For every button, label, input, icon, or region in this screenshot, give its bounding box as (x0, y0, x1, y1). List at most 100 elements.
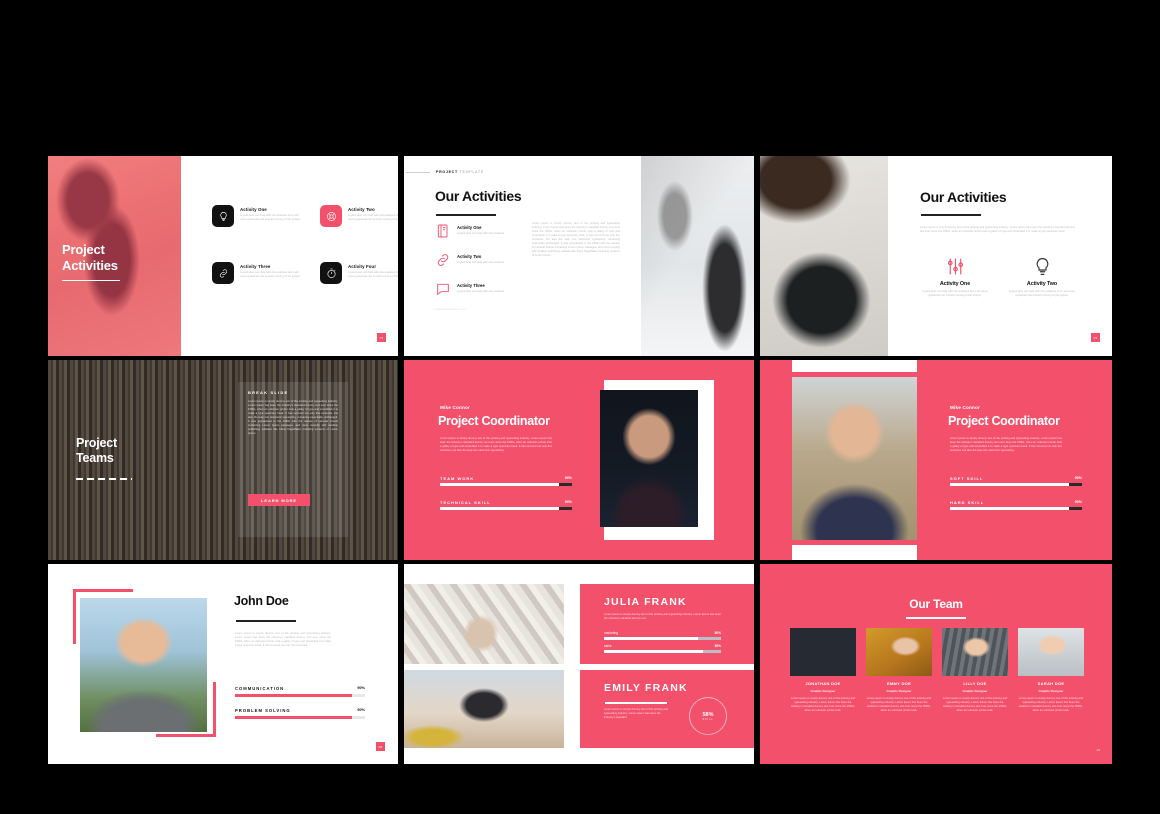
slide2-item1-title: Activity One (457, 225, 482, 230)
slide6-person-name: Mike Connor (950, 405, 981, 410)
skill-row: SOFT SKILL 90% (950, 476, 1082, 489)
team-member-card[interactable]: JONATHAN DOE Graphic Designer Lorem ipsu… (790, 628, 856, 713)
member-text: Lorem ipsum is simply dummy text of the … (1019, 697, 1083, 713)
skill-fill (950, 483, 1069, 486)
slide-our-activities-two-col[interactable]: Our Activities Lorem ipsum is simply dum… (760, 156, 1112, 356)
emily-name: EMILY FRANK (604, 682, 688, 694)
slide-julia-emily[interactable]: JULIA FRANK Lorem Ipsum is simply dummy … (404, 564, 754, 764)
activity-three-text: A good plan can help with risk analyses … (240, 271, 301, 279)
slide-profile-mike-left[interactable]: Mike Connor Project Coordinator Lorem Ip… (404, 360, 754, 560)
lightbulb-icon (1007, 256, 1077, 277)
slide3-page-number: 03 (1091, 333, 1100, 342)
skill-value: 90% (564, 500, 572, 504)
stopwatch-icon (320, 262, 342, 284)
emily-skill-donut: 58% SKILL (689, 697, 727, 735)
team-member-card[interactable]: EMMY DOE Graphic Designer Lorem ipsum is… (866, 628, 932, 713)
member-name: SARAH DOE (1037, 681, 1065, 686)
presentation-preview-board: Project Activities Activity One A good p… (0, 0, 1160, 814)
member-role: Graphic Designer (810, 689, 836, 693)
slide2-photo (641, 156, 754, 356)
skill-track (440, 507, 572, 510)
member-photo (1018, 628, 1084, 676)
slide9-page-number: 09 (1096, 748, 1100, 752)
member-role: Graphic Designer (886, 689, 912, 693)
slide6-body: Lorem Ipsum is simply dummy text of the … (950, 437, 1062, 453)
skill-fill (235, 716, 352, 719)
skill-label: TEAM WORK (440, 476, 475, 481)
emily-body: Lorem Ipsum is simply dummy text of the … (604, 708, 669, 720)
skill-label: PROBLEM SOLVING (235, 708, 291, 713)
slide3-col-two: Activity Two A good plan can help with r… (1007, 256, 1077, 298)
skill-track (235, 716, 365, 719)
slide3-col-one: Activity One A good plan can help with r… (920, 256, 990, 298)
kicker-light: TEMPLATE (459, 170, 484, 174)
skill-value: 85% (714, 644, 721, 648)
skill-row: PROBLEM SOLVING 90% (235, 708, 365, 730)
skill-value: 90% (357, 708, 365, 712)
slide-project-teams-break[interactable]: BREAK SLIDE Lorem Ipsum is simply dummy … (48, 360, 398, 560)
slide-profile-mike-right[interactable]: Mike Connor Project Coordinator Lorem Ip… (760, 360, 1112, 560)
slide3-item2-text: A good plan can help with risk analyses … (1009, 290, 1075, 298)
slide7-name-rule (236, 620, 296, 622)
slide-project-activities[interactable]: Project Activities Activity One A good p… (48, 156, 398, 356)
slide4-title-line1: Project (76, 436, 117, 450)
slide2-body: Lorem ipsum is simply dummy text of the … (532, 222, 620, 258)
member-text: Lorem ipsum is simply dummy text of the … (867, 697, 931, 713)
activity-three-title: Activity Three (240, 264, 271, 269)
slide-our-activities-list[interactable]: PROJECT TEMPLATE Our Activities Activity… (404, 156, 754, 356)
slide-profile-john-doe[interactable]: John Doe Lorem ipsum is simply dummy tex… (48, 564, 398, 764)
slide-our-team[interactable]: Our Team JONATHAN DOE Graphic Designer L… (760, 564, 1112, 764)
slide2-item3-text: A good plan can help with risk analyses. (457, 290, 505, 293)
slide5-skill-list: TEAM WORK 90% TECHNICAL SKILL 90% (440, 476, 572, 513)
member-name: EMMY DOE (886, 681, 912, 686)
our-team-title: Our Team (909, 597, 963, 611)
skill-track (235, 694, 365, 697)
activity-two-title: Activity Two (348, 207, 375, 212)
slide4-title-line2: Teams (76, 451, 114, 465)
chat-icon (435, 281, 451, 302)
skill-label: TECHNICAL SKILL (440, 500, 491, 505)
notebook-icon (435, 223, 451, 244)
learn-more-button[interactable]: LEARN MORE (248, 494, 310, 506)
slide2-item2-title: Activity Two (457, 254, 482, 259)
activity-four-title: Activity Four (348, 264, 377, 269)
photo-frame-bottom (792, 545, 917, 560)
slide4-title: Project Teams (76, 436, 117, 466)
slide7-body: Lorem ipsum is simply dummy text of the … (235, 632, 331, 648)
skill-fill (604, 650, 704, 653)
slide3-item1-title: Activity One (939, 281, 971, 287)
team-member-card[interactable]: SARAH DOE Graphic Designer Lorem ipsum i… (1018, 628, 1084, 713)
julia-name: JULIA FRANK (604, 596, 687, 608)
skill-value: 90% (564, 476, 572, 480)
skill-label: sales (604, 644, 612, 648)
member-text: Lorem ipsum is simply dummy text of the … (943, 697, 1007, 713)
skill-label: marketing (604, 631, 618, 635)
slide7-skill-list: COMMUNICATION 90% PROBLEM SOLVING 90% (235, 686, 365, 730)
slide6-person-role: Project Coordinator (948, 414, 1060, 428)
member-photo (942, 628, 1008, 676)
slide2-item3-title: Activity Three (457, 283, 485, 288)
link-icon (212, 262, 234, 284)
slide3-heading-rule (921, 214, 981, 216)
slide4-dashed-rule (76, 478, 132, 480)
skill-track (604, 650, 721, 653)
slide5-person-name: Mike Connor (440, 405, 471, 410)
member-role: Graphic Designer (962, 689, 988, 693)
slide1-title-line1: Project (62, 242, 105, 257)
skill-track (440, 483, 572, 486)
break-slide-kicker: BREAK SLIDE (248, 390, 289, 395)
skill-value: 80% (714, 631, 721, 635)
team-member-card[interactable]: LILLY DOE Graphic Designer Lorem ipsum i… (942, 628, 1008, 713)
photo-frame-top (792, 360, 917, 372)
slide5-body: Lorem Ipsum is simply dummy text of the … (440, 437, 552, 453)
slide1-title-line2: Activities (62, 257, 118, 273)
activity-one-text: A good plan can help with risk analyses … (240, 214, 301, 222)
slide1-page-number: 01 (377, 333, 386, 342)
slide2-footer-url[interactable]: www.websitename.com (435, 308, 466, 311)
slide7-page-number: 06 (376, 742, 385, 751)
lightbulb-icon (212, 205, 234, 227)
skill-track (604, 637, 721, 640)
break-slide-body: Lorem Ipsum is simply dummy text of the … (248, 400, 338, 436)
member-name: JONATHAN DOE (805, 681, 841, 686)
member-name: LILLY DOE (963, 681, 987, 686)
